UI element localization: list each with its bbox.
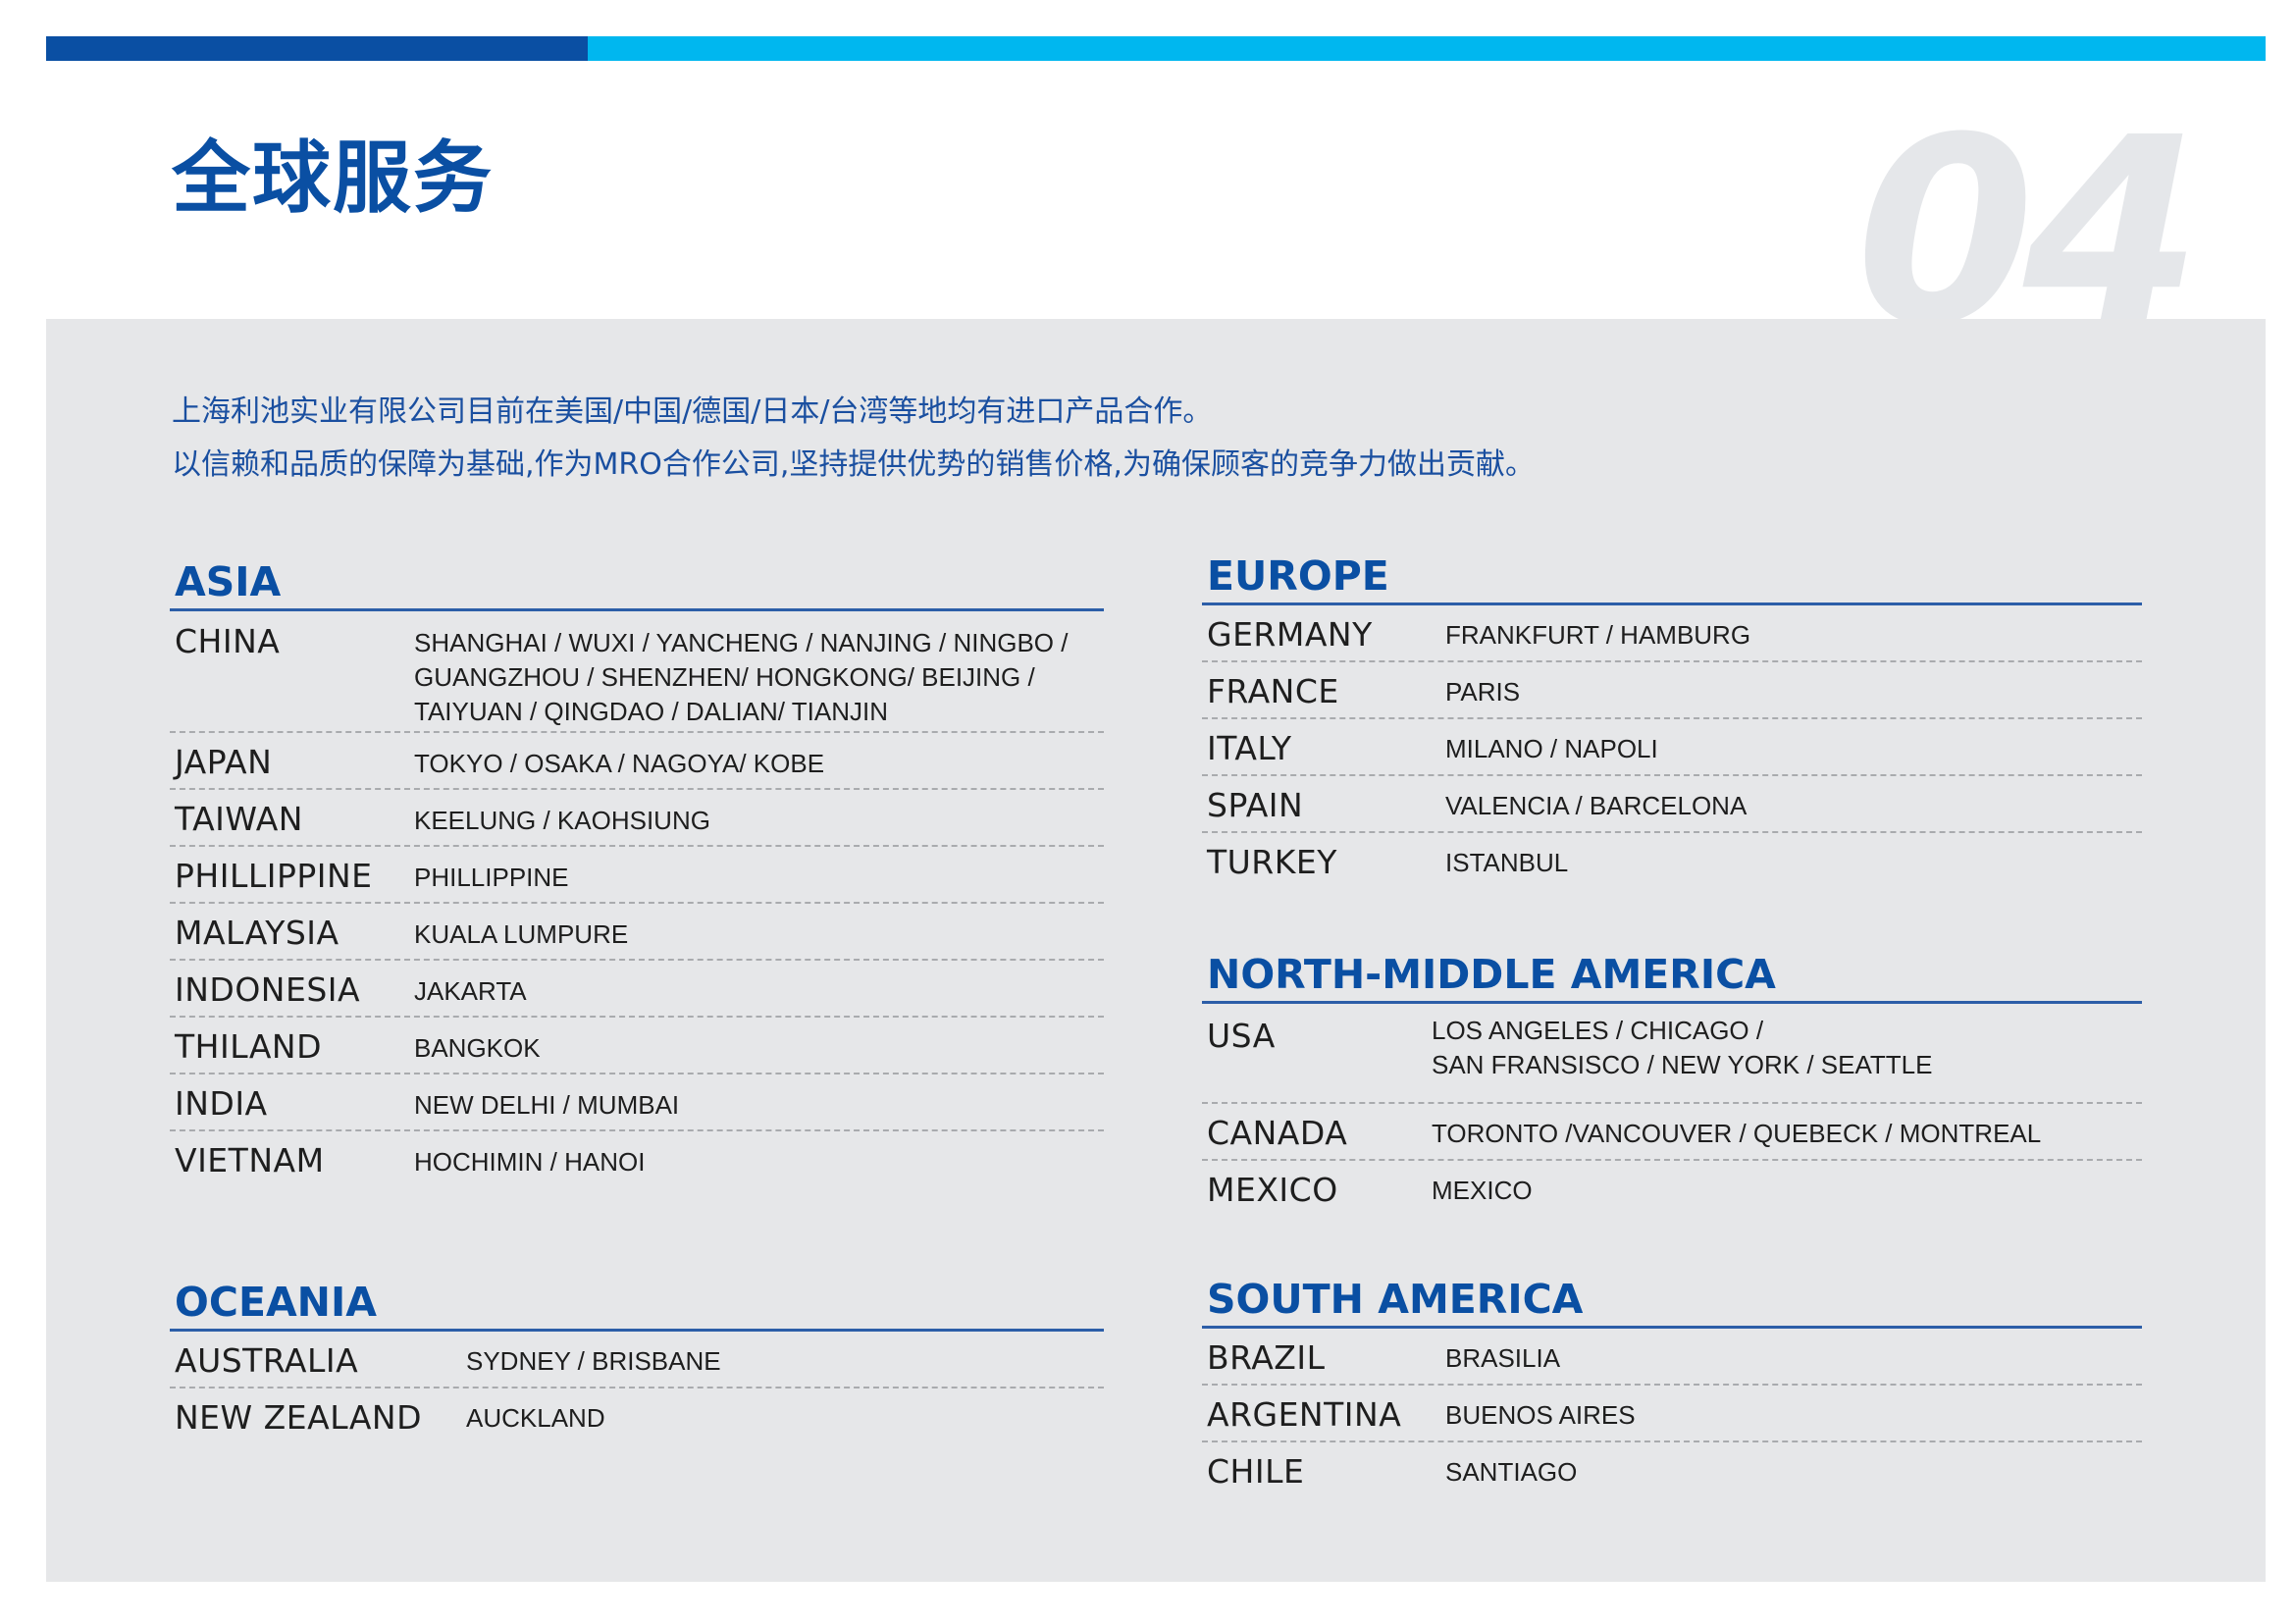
region-title: OCEANIA: [170, 1276, 1104, 1332]
country-row: VIETNAM HOCHIMIN / HANOI: [170, 1131, 1104, 1188]
country-name: INDONESIA: [175, 970, 361, 1009]
country-cities: BUENOS AIRES: [1445, 1400, 1636, 1430]
country-cities: PARIS: [1445, 677, 1521, 707]
region-europe: EUROPE GERMANY FRANKFURT / HAMBURG FRANC…: [1202, 550, 2142, 890]
region-title: EUROPE: [1202, 550, 2142, 605]
country-cities: JAKARTA: [414, 976, 527, 1006]
country-cities: AUCKLAND: [466, 1403, 605, 1433]
top-accent-bar: [46, 36, 2266, 61]
country-name: MEXICO: [1207, 1171, 1338, 1209]
country-row: CANADA TORONTO /VANCOUVER / QUEBECK / MO…: [1202, 1104, 2142, 1161]
country-name: TAIWAN: [175, 800, 303, 838]
country-name: ITALY: [1207, 729, 1292, 767]
region-title: SOUTH AMERICA: [1202, 1273, 2142, 1329]
country-cities: SHANGHAI / WUXI / YANCHENG / NANJING / N…: [414, 628, 1069, 726]
intro-line-2: 以信赖和品质的保障为基础,作为MRO合作公司,坚持提供优势的销售价格,为确保顾客…: [172, 447, 1535, 482]
page-number: 04: [1855, 104, 2190, 320]
country-cities: KUALA LUMPURE: [414, 919, 629, 949]
region-oceania: OCEANIA AUSTRALIA SYDNEY / BRISBANE NEW …: [170, 1276, 1104, 1445]
country-name: ARGENTINA: [1207, 1395, 1402, 1434]
country-row: ARGENTINA BUENOS AIRES: [1202, 1386, 2142, 1442]
country-name: CHINA: [175, 622, 281, 660]
country-row: USA LOS ANGELES / CHICAGO / SAN FRANSISC…: [1202, 1004, 2142, 1104]
country-row: TURKEY ISTANBUL: [1202, 833, 2142, 890]
country-cities: MILANO / NAPOLI: [1445, 734, 1658, 763]
region-south-america: SOUTH AMERICA BRAZIL BRASILIA ARGENTINA …: [1202, 1273, 2142, 1499]
country-row: AUSTRALIA SYDNEY / BRISBANE: [170, 1332, 1104, 1388]
country-row: MALAYSIA KUALA LUMPURE: [170, 904, 1104, 961]
country-cities: BANGKOK: [414, 1033, 541, 1063]
country-cities: SYDNEY / BRISBANE: [466, 1346, 721, 1376]
intro-text: 上海利池实业有限公司目前在美国/中国/德国/日本/台湾等地均有进口产品合作。 以…: [172, 386, 1535, 492]
intro-line-1: 上海利池实业有限公司目前在美国/中国/德国/日本/台湾等地均有进口产品合作。: [172, 394, 1213, 429]
country-name: TURKEY: [1207, 843, 1337, 881]
country-row: MEXICO MEXICO: [1202, 1161, 2142, 1218]
country-name: JAPAN: [175, 743, 273, 781]
country-cities: NEW DELHI / MUMBAI: [414, 1090, 680, 1120]
country-name: FRANCE: [1207, 672, 1339, 710]
country-row: PHILLIPPINE PHILLIPPINE: [170, 847, 1104, 904]
country-cities: FRANKFURT / HAMBURG: [1445, 620, 1751, 650]
country-cities: HOCHIMIN / HANOI: [414, 1147, 646, 1177]
country-row: BRAZIL BRASILIA: [1202, 1329, 2142, 1386]
country-row: SPAIN VALENCIA / BARCELONA: [1202, 776, 2142, 833]
country-cities: BRASILIA: [1445, 1343, 1561, 1373]
country-name: CHILE: [1207, 1452, 1305, 1491]
country-row: TAIWAN KEELUNG / KAOHSIUNG: [170, 790, 1104, 847]
region-north-middle-america: NORTH-MIDDLE AMERICA USA LOS ANGELES / C…: [1202, 948, 2142, 1218]
country-cities: SANTIAGO: [1445, 1457, 1578, 1487]
country-cities: TOKYO / OSAKA / NAGOYA/ KOBE: [414, 749, 825, 778]
country-name: PHILLIPPINE: [175, 857, 373, 895]
country-cities: VALENCIA / BARCELONA: [1445, 791, 1748, 820]
country-cities: LOS ANGELES / CHICAGO / SAN FRANSISCO / …: [1432, 1016, 1933, 1079]
region-title: NORTH-MIDDLE AMERICA: [1202, 948, 2142, 1004]
country-name: NEW ZEALAND: [175, 1398, 423, 1437]
country-cities: PHILLIPPINE: [414, 863, 569, 892]
country-name: CANADA: [1207, 1114, 1348, 1152]
page-title: 全球服务: [172, 132, 494, 224]
country-row: ITALY MILANO / NAPOLI: [1202, 719, 2142, 776]
country-name: THILAND: [175, 1027, 323, 1066]
country-cities: ISTANBUL: [1445, 848, 1569, 877]
country-name: GERMANY: [1207, 615, 1373, 654]
page: 全球服务 04 上海利池实业有限公司目前在美国/中国/德国/日本/台湾等地均有进…: [0, 0, 2296, 1624]
country-name: SPAIN: [1207, 786, 1304, 824]
country-row: CHINA SHANGHAI / WUXI / YANCHENG / NANJI…: [170, 611, 1104, 733]
country-name: INDIA: [175, 1084, 268, 1123]
country-name: USA: [1207, 1017, 1276, 1055]
country-name: BRAZIL: [1207, 1338, 1326, 1377]
country-cities: MEXICO: [1432, 1176, 1533, 1205]
country-row: CHILE SANTIAGO: [1202, 1442, 2142, 1499]
country-name: MALAYSIA: [175, 914, 339, 952]
country-cities: TORONTO /VANCOUVER / QUEBECK / MONTREAL: [1432, 1119, 2042, 1148]
country-cities: KEELUNG / KAOHSIUNG: [414, 806, 710, 835]
country-name: AUSTRALIA: [175, 1341, 359, 1380]
top-accent-bar-dark: [46, 36, 588, 61]
country-row: JAPAN TOKYO / OSAKA / NAGOYA/ KOBE: [170, 733, 1104, 790]
country-row: INDONESIA JAKARTA: [170, 961, 1104, 1018]
country-row: THILAND BANGKOK: [170, 1018, 1104, 1074]
country-row: GERMANY FRANKFURT / HAMBURG: [1202, 605, 2142, 662]
region-asia: ASIA CHINA SHANGHAI / WUXI / YANCHENG / …: [170, 555, 1104, 1188]
country-row: FRANCE PARIS: [1202, 662, 2142, 719]
region-title: ASIA: [170, 555, 1104, 611]
country-name: VIETNAM: [175, 1141, 325, 1179]
country-row: NEW ZEALAND AUCKLAND: [170, 1388, 1104, 1445]
country-row: INDIA NEW DELHI / MUMBAI: [170, 1074, 1104, 1131]
